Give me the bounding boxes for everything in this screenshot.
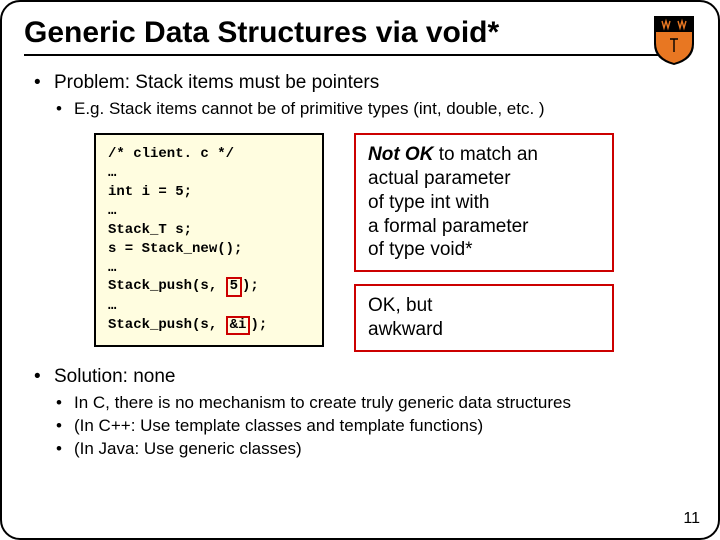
title-area: Generic Data Structures via void* xyxy=(2,2,718,62)
code-line: /* client. c */ xyxy=(108,146,234,162)
title-underline xyxy=(24,54,664,56)
slide-frame: Generic Data Structures via void* Proble… xyxy=(0,0,720,540)
note-text: to match an xyxy=(433,144,538,165)
code-box: /* client. c */ … int i = 5; … Stack_T s… xyxy=(94,133,324,347)
code-highlight-5: 5 xyxy=(226,277,242,296)
note-emph: Not OK xyxy=(368,144,433,165)
code-line: int i = 5; xyxy=(108,184,192,200)
code-line: Stack_T s; xyxy=(108,222,192,238)
code-line: ); xyxy=(250,317,267,333)
bullet-problem-sub: E.g. Stack items cannot be of primitive … xyxy=(54,98,692,119)
bullet-solution-sub: (In C++: Use template classes and templa… xyxy=(54,415,692,436)
bullet-problem: Problem: Stack items must be pointers E.… xyxy=(34,72,692,352)
princeton-shield-icon xyxy=(652,14,696,66)
code-line: s = Stack_new(); xyxy=(108,241,242,257)
solution-heading: Solution: none xyxy=(54,366,176,387)
bullet-solution-sub: In C, there is no mechanism to create tr… xyxy=(54,392,692,413)
code-line: Stack_push(s, xyxy=(108,278,226,294)
example-row: /* client. c */ … int i = 5; … Stack_T s… xyxy=(94,133,692,351)
note-text: of type int with xyxy=(368,192,489,213)
code-line: … xyxy=(108,260,116,276)
code-line: Stack_push(s, xyxy=(108,317,226,333)
slide-body: Problem: Stack items must be pointers E.… xyxy=(2,62,718,459)
code-line: ); xyxy=(242,278,259,294)
note-ok-awkward: OK, but awkward xyxy=(354,284,614,352)
page-number: 11 xyxy=(683,510,700,528)
bullet-solution: Solution: none In C, there is no mechani… xyxy=(34,366,692,460)
bullet-solution-sub: (In Java: Use generic classes) xyxy=(54,438,692,459)
note-text: actual parameter xyxy=(368,168,511,189)
code-line: … xyxy=(108,298,116,314)
note-stack: Not OK to match an actual parameter of t… xyxy=(354,133,614,351)
note-not-ok: Not OK to match an actual parameter of t… xyxy=(354,133,614,272)
note-text: OK, but xyxy=(368,295,432,316)
code-highlight-ampi: &i xyxy=(226,316,251,335)
code-line: … xyxy=(108,203,116,219)
note-text: of type void* xyxy=(368,239,473,260)
problem-heading: Problem: Stack items must be pointers xyxy=(54,72,379,93)
code-line: … xyxy=(108,165,116,181)
note-text: a formal parameter xyxy=(368,216,529,237)
note-text: awkward xyxy=(368,319,443,340)
slide-title: Generic Data Structures via void* xyxy=(24,16,696,50)
